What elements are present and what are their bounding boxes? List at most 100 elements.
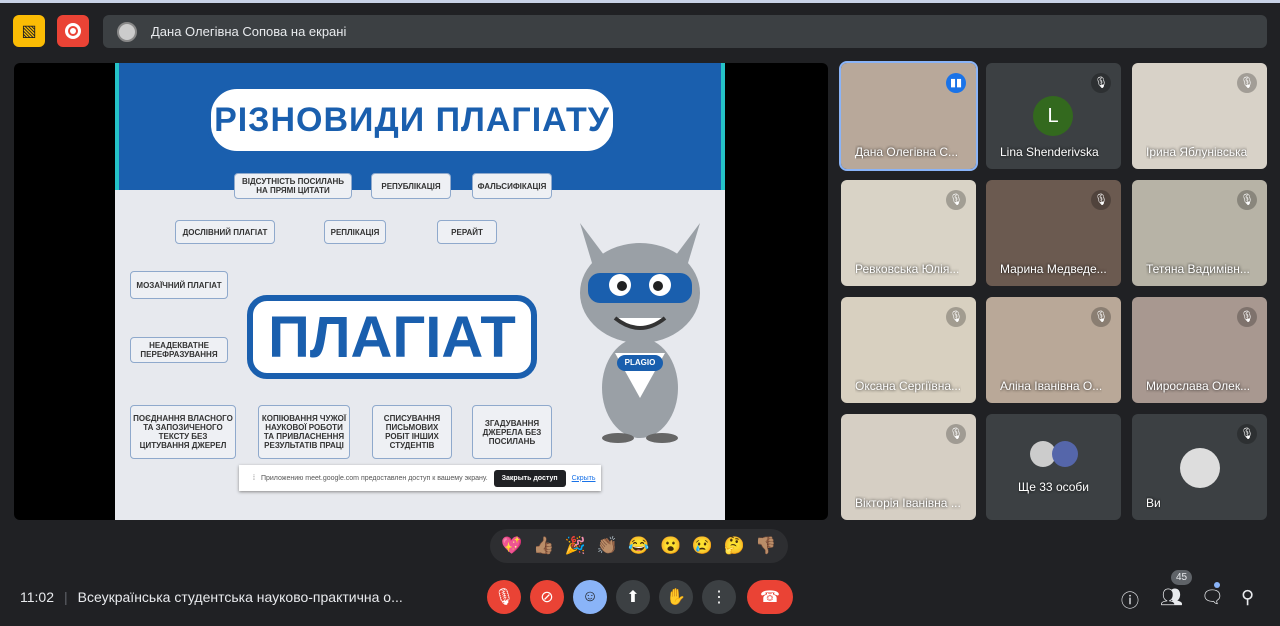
reaction-emoji[interactable]: 👏🏽 (597, 536, 618, 556)
slide-node: МОЗАЇЧНИЙ ПЛАГІАТ (130, 271, 228, 299)
shared-slide: РІЗНОВИДИ ПЛАГІАТУ ВІДСУТНІСТЬ ПОСИЛАНЬ … (115, 63, 725, 520)
slide-node: СПИСУВАННЯ ПИСЬМОВИХ РОБІТ ІНШИХ СТУДЕНТ… (372, 405, 452, 459)
participant-tile[interactable]: 🎙︎ Ви (1132, 414, 1267, 520)
raise-hand-button[interactable]: ✋ (659, 580, 693, 614)
mic-muted-icon: 🎙︎ (1237, 424, 1257, 444)
participant-count-badge: 45 (1171, 570, 1193, 585)
activities-button[interactable]: ⚲ (1241, 587, 1254, 608)
share-message: Приложению meet.google.com предоставлен … (260, 474, 488, 482)
slide-node: ВІДСУТНІСТЬ ПОСИЛАНЬ НА ПРЯМІ ЦИТАТИ (234, 173, 352, 199)
participant-name: Дана Олегівна С... (855, 145, 959, 159)
participant-name: Ревковська Юлія... (855, 262, 960, 276)
present-off-icon: ▧ (21, 23, 37, 40)
mic-muted-icon: 🎙︎ (1237, 190, 1257, 210)
participant-name: Вікторія Іванівна ... (855, 496, 961, 510)
presentation-stage: РІЗНОВИДИ ПЛАГІАТУ ВІДСУТНІСТЬ ПОСИЛАНЬ … (14, 63, 828, 520)
participant-name: Lina Shenderivska (1000, 145, 1099, 159)
participant-name: Ірина Яблунівська (1146, 145, 1248, 159)
participant-name: Ще 33 особи (1018, 480, 1089, 494)
participant-name: Оксана Сергіївна... (855, 379, 962, 393)
leave-call-button[interactable]: ☎ (747, 580, 793, 614)
mic-muted-icon: 🎙︎ (946, 307, 966, 327)
participant-tile[interactable]: 🎙︎ Оксана Сергіївна... (841, 297, 976, 403)
reaction-emoji[interactable]: 💖 (501, 536, 522, 556)
mic-muted-icon: 🎙︎ (1237, 307, 1257, 327)
screen-share-notice: ⁞ Приложению meet.google.com предоставле… (239, 465, 601, 491)
reaction-emoji[interactable]: 🤔 (724, 536, 745, 556)
present-icon: ⬆ (626, 589, 640, 606)
participant-tile[interactable]: 🎙︎ Ірина Яблунівська (1132, 63, 1267, 169)
slide-node: ДОСЛІВНИЙ ПЛАГІАТ (175, 220, 275, 244)
meeting-info: 11:02 | Всеукраїнська студентська науков… (20, 589, 403, 605)
hide-link[interactable]: Скрыть (572, 475, 596, 482)
recording-button[interactable] (57, 15, 89, 47)
slide-center-word: ПЛАГІАТ (247, 295, 537, 379)
participant-tile[interactable]: 🎙︎ Тетяна Вадимівн... (1132, 180, 1267, 286)
reactions-button[interactable]: ☺ (573, 580, 607, 614)
participant-tile[interactable]: 🎙︎ Мирослава Олек... (1132, 297, 1267, 403)
mic-muted-icon: 🎙︎ (1091, 190, 1111, 210)
meeting-title: Всеукраїнська студентська науково-практи… (77, 589, 403, 605)
stop-sharing-button[interactable]: Закрыть доступ (493, 469, 566, 487)
divider: | (64, 589, 68, 605)
avatar: L (1033, 96, 1073, 136)
present-button[interactable]: ⬆ (616, 580, 650, 614)
speaking-indicator-icon: ▮▮ (946, 73, 966, 93)
mic-muted-icon: 🎙︎ (1091, 73, 1111, 93)
reactions-bar: 💖 👍🏽 🎉 👏🏽 😂 😮 😢 🤔 👎🏽 (490, 529, 788, 563)
participant-tile[interactable]: 🎙︎ Марина Медведе... (986, 180, 1121, 286)
participant-name: Аліна Іванівна О... (1000, 379, 1103, 393)
slide-node: ФАЛЬСИФІКАЦІЯ (472, 173, 552, 199)
record-icon (65, 23, 81, 39)
slide-node: ЗГАДУВАННЯ ДЖЕРЕЛА БЕЗ ПОСИЛАНЬ (472, 405, 552, 459)
mic-off-icon: 🎙︎ (493, 589, 515, 606)
info-button[interactable]: ⓘ (1121, 587, 1139, 613)
reaction-emoji[interactable]: 😮 (660, 536, 681, 556)
slide-node: НЕАДЕКВАТНЕ ПЕРЕФРАЗУВАННЯ (130, 337, 228, 363)
slide-node: РЕПУБЛІКАЦІЯ (371, 173, 451, 199)
mic-muted-icon: 🎙︎ (946, 424, 966, 444)
more-options-button[interactable]: ⋮ (702, 580, 736, 614)
slide-node: РЕРАЙТ (437, 220, 497, 244)
emoji-icon: ☺ (581, 588, 599, 605)
participant-name: Марина Медведе... (1000, 262, 1107, 276)
avatar-group (1030, 441, 1078, 467)
chat-notification-dot (1214, 582, 1220, 588)
clock: 11:02 (20, 589, 54, 605)
mic-toggle-button[interactable]: 🎙︎ (487, 580, 521, 614)
mic-muted-icon: 🎙︎ (1237, 73, 1257, 93)
mascot-badge: PLAGIO (617, 355, 663, 371)
avatar (1180, 448, 1220, 488)
stop-presenting-button[interactable]: ▧ (13, 15, 45, 47)
camera-off-icon: ⊘ (540, 589, 554, 606)
slide-node: КОПІЮВАННЯ ЧУЖОЇ НАУКОВОЇ РОБОТИ ТА ПРИВ… (258, 405, 350, 459)
hand-icon: ✋ (666, 589, 686, 606)
people-button[interactable]: 👥︎ (1160, 587, 1183, 608)
participant-tile[interactable]: 🎙︎ Аліна Іванівна О... (986, 297, 1121, 403)
drag-handle-icon[interactable]: ⁞ (253, 475, 255, 482)
reaction-emoji[interactable]: 😂 (628, 536, 649, 556)
mic-muted-icon: 🎙︎ (946, 190, 966, 210)
reaction-emoji[interactable]: 👎🏽 (755, 536, 776, 556)
participant-tile[interactable]: ▮▮ Дана Олегівна С... (839, 61, 978, 171)
top-border (0, 0, 1280, 3)
slide-title: РІЗНОВИДИ ПЛАГІАТУ (207, 85, 617, 155)
avatar (117, 21, 137, 42)
wolf-mascot-illustration (580, 223, 700, 443)
chat-button[interactable]: 🗨︎ (1201, 587, 1224, 608)
reaction-emoji[interactable]: 🎉 (565, 536, 586, 556)
more-vert-icon: ⋮ (711, 589, 727, 606)
reaction-emoji[interactable]: 👍🏽 (533, 536, 554, 556)
slide-node: РЕПЛІКАЦІЯ (324, 220, 386, 244)
participant-name: Ви (1146, 496, 1161, 510)
participant-tile[interactable]: 🎙︎ Вікторія Іванівна ... (841, 414, 976, 520)
presenter-text: Дана Олегівна Сопова на екрані (151, 24, 347, 39)
participant-tile[interactable]: Ще 33 особи (986, 414, 1121, 520)
slide-node: ПОЄДНАННЯ ВЛАСНОГО ТА ЗАПОЗИЧЕНОГО ТЕКСТ… (130, 405, 236, 459)
participant-name: Тетяна Вадимівн... (1146, 262, 1250, 276)
participant-tile[interactable]: 🎙︎ Ревковська Юлія... (841, 180, 976, 286)
participant-name: Мирослава Олек... (1146, 379, 1251, 393)
participant-tile[interactable]: L 🎙︎ Lina Shenderivska (986, 63, 1121, 169)
camera-toggle-button[interactable]: ⊘ (530, 580, 564, 614)
reaction-emoji[interactable]: 😢 (692, 536, 713, 556)
